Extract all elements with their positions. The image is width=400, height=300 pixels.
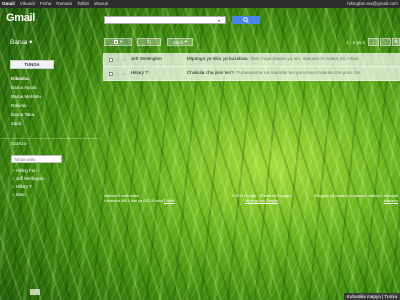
settings-button[interactable]: ⚙	[392, 38, 400, 46]
chat-contact-name: Hillary T.	[15, 184, 33, 189]
account-email[interactable]: hikingfan.sw@gmail.com	[347, 1, 398, 7]
mail-menu-label: Barua	[10, 39, 28, 46]
sidebar-item-spam[interactable]: Barua Taka	[11, 110, 41, 119]
topbar-link-groups[interactable]: Vikundi	[20, 1, 35, 7]
storage-manage-link[interactable]: Dhibiti	[164, 199, 175, 203]
important-marker-icon[interactable]: ▸	[123, 71, 125, 77]
chevron-down-icon: ▾	[119, 39, 123, 44]
top-bar: Gmail Vikundi Picha Ramani Tafsiri Wavut…	[0, 0, 400, 8]
newer-button[interactable]: ›	[380, 38, 391, 46]
status-bar: Kufuatilia mapya | Tumia	[343, 293, 400, 300]
chat-contact[interactable]: ○ Hillary T.	[12, 183, 45, 191]
refresh-icon: ↻	[146, 39, 152, 46]
mail-menu-title[interactable]: Barua ▾	[10, 38, 32, 46]
sidebar-item-starred[interactable]: Barua Nyota	[11, 83, 41, 92]
chat-contact[interactable]: ○ Marc	[12, 191, 45, 199]
refresh-button[interactable]: ↻	[137, 38, 161, 46]
sidebar-item-more[interactable]: Zaidi	[11, 119, 41, 128]
chevron-down-icon: ▾	[184, 39, 188, 44]
chat-search-input[interactable]	[11, 155, 62, 163]
email-sender: Jeff Wellington	[130, 57, 163, 62]
topbar-link-gmail[interactable]: Gmail	[2, 1, 15, 7]
sidebar-divider	[0, 138, 100, 139]
account-activity: Shughuli ya mwisho ya akaunti: dakika 0 …	[306, 194, 398, 204]
email-list: ☆ ▸ Jeff Wellington Mipango ya siku ya k…	[103, 53, 400, 81]
star-icon[interactable]: ☆	[116, 71, 120, 77]
chat-contact[interactable]: ○ Jeff Wellington	[12, 175, 45, 183]
important-marker-icon[interactable]: ▸	[123, 57, 125, 63]
email-checkbox[interactable]	[109, 71, 113, 76]
email-snippet: - Wiki moja baada ya leo, itakuwa ni mia…	[247, 57, 359, 62]
chat-section-label[interactable]: Gumzo	[11, 142, 26, 147]
activity-details-link[interactable]: Maelezo	[384, 199, 398, 203]
program-policies-link[interactable]: Mpango wa Google	[245, 199, 278, 203]
compose-button[interactable]: TUNGA	[10, 60, 54, 69]
chat-contact-list: – Hiking Fan ○ Jeff Wellington ○ Hillary…	[12, 167, 45, 199]
legal-footer: ©2013 Google - Sheria na Faragha Mpango …	[232, 194, 291, 204]
search-button[interactable]	[232, 16, 260, 24]
email-subject: Mipango ya siku ya kuzaliwa	[186, 57, 248, 62]
search-options-dropdown-icon[interactable]: ▾	[218, 18, 220, 23]
google-apps-nav: Gmail Vikundi Picha Ramani Tafsiri Wavut…	[2, 1, 108, 7]
chevron-right-icon: ›	[384, 39, 387, 45]
sidebar-item-important[interactable]: Barua Muhimu	[11, 92, 41, 101]
email-row[interactable]: ☆ ▸ Hillary T. Chakula cha jioni leo? - …	[103, 67, 400, 81]
older-button[interactable]: ‹	[368, 38, 379, 46]
gmail-logo[interactable]: Gmail	[6, 12, 35, 24]
search-input[interactable]	[104, 16, 226, 24]
topbar-link-photos[interactable]: Picha	[40, 1, 52, 7]
topbar-link-translate[interactable]: Tafsiri	[77, 1, 89, 7]
storage-info: Asilimia 0 imetumika Unatumia MB 0 kati …	[104, 194, 175, 204]
email-subject: Chakula cha jioni leo?	[186, 71, 234, 76]
select-checkbox-button[interactable]: ▾	[104, 38, 132, 46]
email-checkbox[interactable]	[109, 57, 113, 62]
chat-contact-name: Hiking Fan	[15, 168, 37, 173]
checkbox-icon	[113, 40, 118, 44]
chat-contact-name: Marc	[15, 192, 26, 197]
chat-bubble-icon[interactable]	[30, 289, 40, 295]
more-label: Zaidi	[172, 39, 183, 45]
sidebar-item-drafts[interactable]: Rasimu	[11, 101, 41, 110]
topbar-link-web[interactable]: Wavuti	[94, 1, 108, 7]
chat-contact-name: Jeff Wellington	[15, 176, 45, 181]
star-icon[interactable]: ☆	[116, 57, 120, 63]
more-button[interactable]: Zaidi ▾	[167, 38, 193, 46]
chevron-left-icon: ‹	[372, 39, 375, 45]
sidebar-item-inbox[interactable]: Kikasha	[11, 74, 41, 83]
email-sender: Hillary T.	[130, 71, 150, 76]
topbar-link-maps[interactable]: Ramani	[56, 1, 72, 7]
email-row[interactable]: ☆ ▸ Jeff Wellington Mipango ya siku ya k…	[103, 53, 400, 67]
gear-icon: ⚙	[393, 39, 399, 44]
search-icon	[243, 17, 249, 23]
page-counter: 1 - 2 ya 2	[346, 40, 365, 45]
chat-contact[interactable]: – Hiking Fan	[12, 167, 45, 175]
email-snippet: - Tunakwama na marafiki leo jioni kwa ch…	[233, 71, 361, 76]
sidebar-nav: Kikasha Barua Nyota Barua Muhimu Rasimu …	[11, 74, 41, 128]
storage-quota: Unatumia MB 0 kati ya GB 15 zako	[104, 199, 164, 203]
